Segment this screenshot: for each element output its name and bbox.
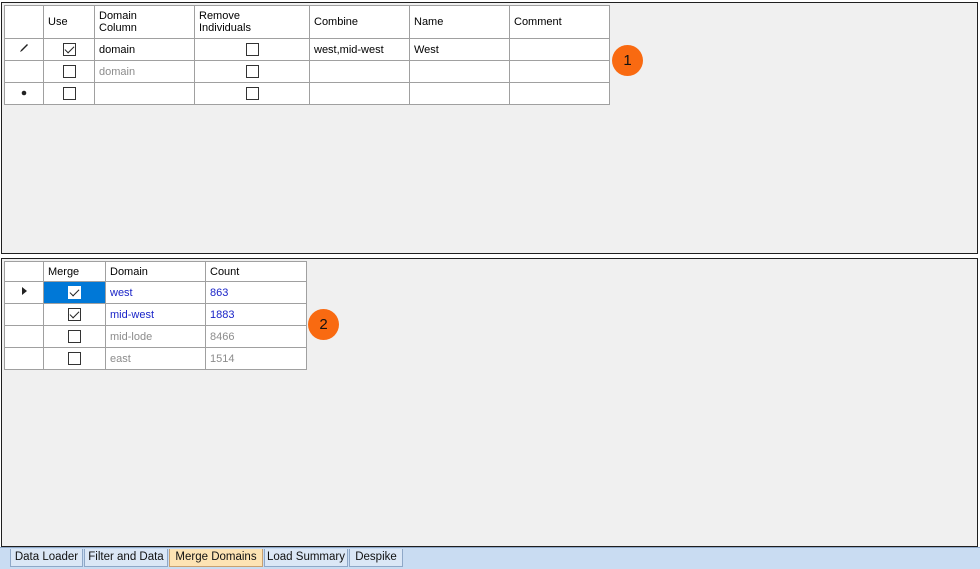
domain-cell[interactable]: mid-lode <box>105 325 206 348</box>
callout-badge-1: 1 <box>612 45 643 76</box>
comment-cell[interactable] <box>509 82 610 105</box>
name-cell[interactable] <box>409 82 510 105</box>
merge-checkbox[interactable] <box>68 330 81 343</box>
name-cell[interactable]: West <box>409 38 510 61</box>
domain-rules-grid: Use Domain Column Remove Individuals Com… <box>4 5 610 105</box>
column-header-merge[interactable]: Merge <box>43 261 106 282</box>
combine-cell[interactable]: west,mid-west <box>309 38 410 61</box>
merge-checkbox-cell[interactable] <box>43 303 106 326</box>
name-cell[interactable] <box>409 60 510 83</box>
row-header[interactable] <box>4 325 44 348</box>
column-header-remove-individuals[interactable]: Remove Individuals <box>194 5 310 39</box>
column-header-count[interactable]: Count <box>205 261 307 282</box>
row-header[interactable] <box>4 60 44 83</box>
row-header-corner <box>4 5 44 39</box>
remove-individuals-cell[interactable] <box>194 60 310 83</box>
merge-checkbox[interactable] <box>68 352 81 365</box>
use-checkbox[interactable] <box>62 87 76 100</box>
row-header[interactable] <box>4 303 44 326</box>
table-row[interactable]: mid-west 1883 <box>4 303 307 326</box>
use-checkbox-cell[interactable] <box>43 82 95 105</box>
bottom-tab-bar: Data Loader Filter and Data Merge Domain… <box>0 547 980 569</box>
row-header-corner <box>4 261 44 282</box>
row-header[interactable] <box>4 347 44 370</box>
column-header-domain-column-line2: Column <box>99 22 137 34</box>
domain-cell[interactable]: west <box>105 281 206 304</box>
count-cell[interactable]: 863 <box>205 281 307 304</box>
domain-column-cell[interactable]: domain <box>94 38 195 61</box>
count-cell[interactable]: 1514 <box>205 347 307 370</box>
count-cell[interactable]: 1883 <box>205 303 307 326</box>
combine-cell[interactable] <box>309 60 410 83</box>
column-header-combine[interactable]: Combine <box>309 5 410 39</box>
remove-individuals-cell[interactable] <box>194 82 310 105</box>
remove-individuals-checkbox[interactable] <box>245 65 259 78</box>
domain-cell[interactable]: east <box>105 347 206 370</box>
tab-filter-and-data[interactable]: Filter and Data <box>84 549 168 567</box>
tab-despike[interactable]: Despike <box>349 549 403 567</box>
use-checkbox[interactable] <box>62 43 76 56</box>
domain-cell[interactable]: mid-west <box>105 303 206 326</box>
row-header[interactable] <box>4 281 44 304</box>
column-header-remove-line1: Remove <box>199 10 240 22</box>
table-row-new[interactable] <box>4 82 610 105</box>
merge-checkbox-cell[interactable] <box>43 281 106 304</box>
column-header-name[interactable]: Name <box>409 5 510 39</box>
column-header-domain-column-line1: Domain <box>99 10 137 22</box>
merge-checkbox[interactable] <box>68 308 81 321</box>
callout-badge-2: 2 <box>308 309 339 340</box>
domain-column-cell[interactable] <box>94 82 195 105</box>
table-row[interactable]: domain <box>4 60 610 83</box>
domain-rules-panel: Use Domain Column Remove Individuals Com… <box>1 2 978 254</box>
comment-cell[interactable] <box>509 38 610 61</box>
domain-counts-grid: Merge Domain Count west 863 mid-west 188… <box>4 261 307 370</box>
comment-cell[interactable] <box>509 60 610 83</box>
pencil-icon <box>20 44 28 52</box>
tab-load-summary[interactable]: Load Summary <box>264 549 348 567</box>
column-header-use[interactable]: Use <box>43 5 95 39</box>
merge-checkbox-cell[interactable] <box>43 347 106 370</box>
column-header-remove-line2: Individuals <box>199 22 251 34</box>
column-header-domain[interactable]: Domain <box>105 261 206 282</box>
tab-merge-domains[interactable]: Merge Domains <box>169 549 263 567</box>
current-row-arrow-icon <box>22 287 27 295</box>
column-header-domain-column[interactable]: Domain Column <box>94 5 195 39</box>
column-header-comment[interactable]: Comment <box>509 5 610 39</box>
table-row[interactable]: mid-lode 8466 <box>4 325 307 348</box>
new-row-asterisk-icon <box>21 90 27 95</box>
merge-domains-window: Use Domain Column Remove Individuals Com… <box>0 0 980 569</box>
tab-data-loader[interactable]: Data Loader <box>10 549 83 567</box>
table-row[interactable]: domain west,mid-west West <box>4 38 610 61</box>
combine-cell[interactable] <box>309 82 410 105</box>
remove-individuals-checkbox[interactable] <box>245 87 259 100</box>
domain-counts-panel: Merge Domain Count west 863 mid-west 188… <box>1 258 978 547</box>
table-row[interactable]: west 863 <box>4 281 307 304</box>
row-header[interactable] <box>4 82 44 105</box>
remove-individuals-cell[interactable] <box>194 38 310 61</box>
row-header[interactable] <box>4 38 44 61</box>
use-checkbox-cell[interactable] <box>43 38 95 61</box>
remove-individuals-checkbox[interactable] <box>245 43 259 56</box>
merge-checkbox[interactable] <box>68 286 81 299</box>
count-cell[interactable]: 8466 <box>205 325 307 348</box>
use-checkbox-cell[interactable] <box>43 60 95 83</box>
merge-checkbox-cell[interactable] <box>43 325 106 348</box>
table-row[interactable]: east 1514 <box>4 347 307 370</box>
use-checkbox[interactable] <box>62 65 76 78</box>
domain-column-cell[interactable]: domain <box>94 60 195 83</box>
